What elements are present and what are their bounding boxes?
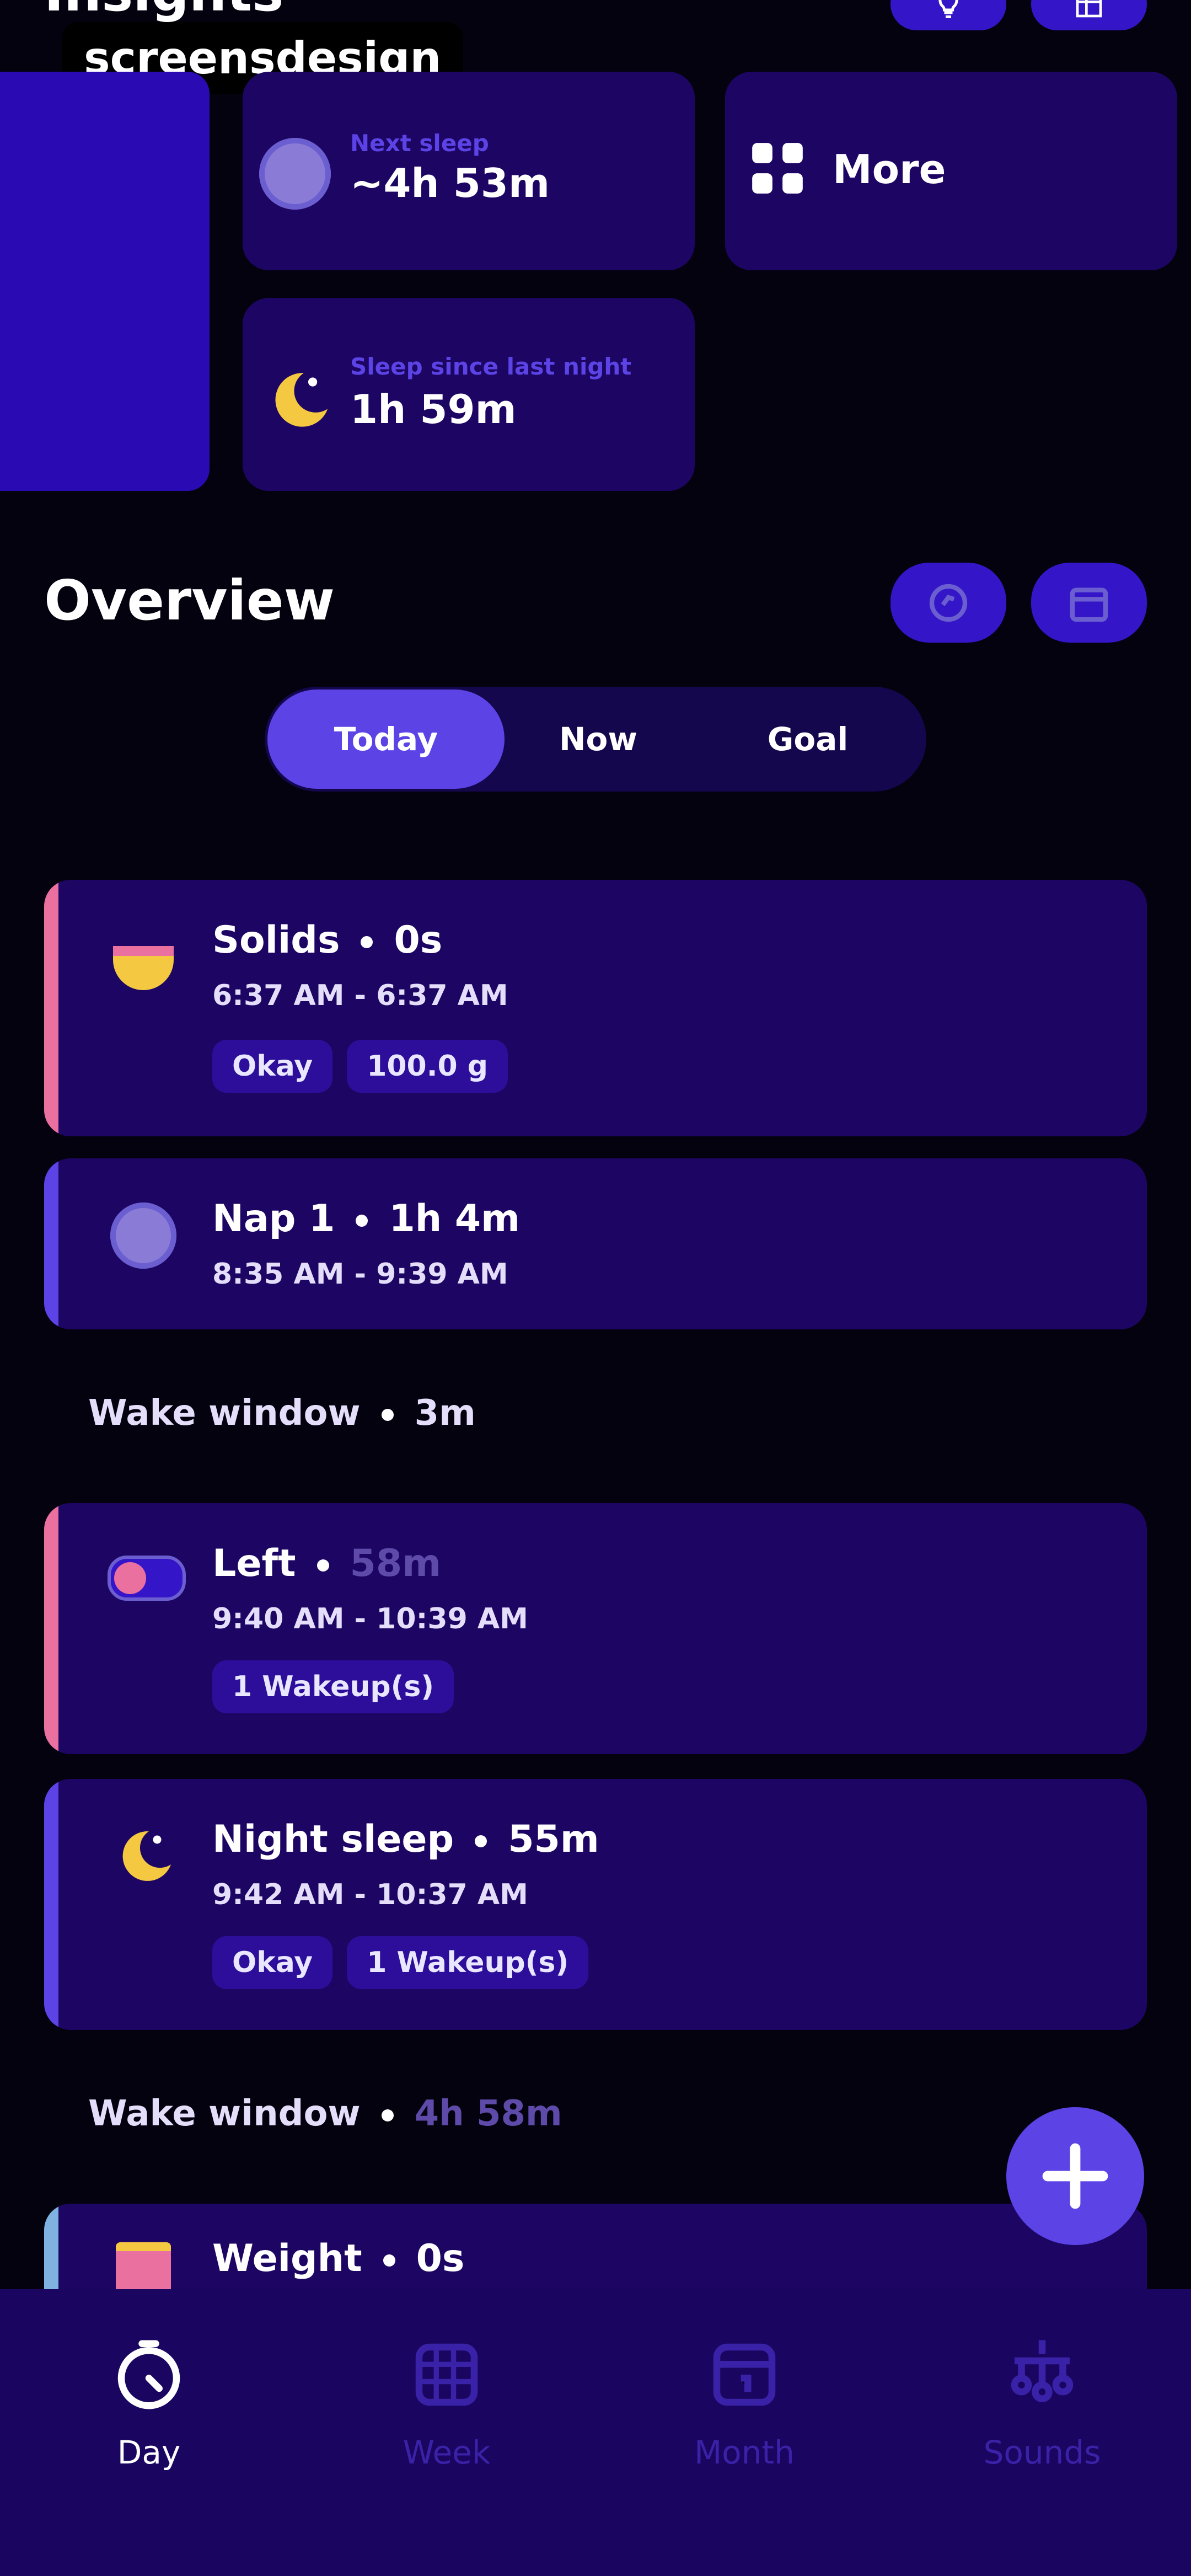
stopwatch-icon bbox=[117, 2340, 180, 2409]
entry-time: 6:37 AM - 6:37 AM bbox=[212, 979, 508, 1012]
sleep-since-label: Sleep since last night bbox=[350, 353, 632, 380]
calendar-month-icon bbox=[713, 2343, 776, 2406]
moon-face-icon bbox=[259, 138, 331, 210]
scale-icon bbox=[116, 2242, 171, 2295]
nav-week[interactable]: Week bbox=[364, 2333, 529, 2471]
entry-title: Solids bbox=[212, 918, 340, 962]
nav-month[interactable]: Month bbox=[662, 2333, 827, 2471]
entry-card-nap[interactable]: Nap 1 1h 4m 8:35 AM - 9:39 AM bbox=[44, 1158, 1147, 1329]
entry-card-solids[interactable]: Solids 0s 6:37 AM - 6:37 AM Okay 100.0 g bbox=[44, 880, 1147, 1136]
entry-duration: 55m bbox=[508, 1818, 599, 1861]
history-button[interactable] bbox=[890, 563, 1006, 643]
tab-today[interactable]: Today bbox=[267, 690, 505, 789]
overview-title: Overview bbox=[44, 568, 335, 633]
tab-now[interactable]: Now bbox=[507, 690, 689, 789]
entry-card-night-sleep[interactable]: Night sleep 55m 9:42 AM - 10:37 AM Okay 1 … bbox=[44, 1779, 1147, 2030]
bottom-nav: Day Week Month Sounds bbox=[0, 2289, 1191, 2576]
entry-card-left[interactable]: Left 58m 9:40 AM - 10:39 AM 1 Wakeup(s) bbox=[44, 1503, 1147, 1754]
entry-title: Night sleep bbox=[212, 1818, 454, 1861]
entry-accent-bar bbox=[44, 1158, 58, 1329]
entry-duration: 58m bbox=[350, 1542, 442, 1585]
entry-title: Left bbox=[212, 1542, 296, 1585]
entry-duration: 0s bbox=[416, 2237, 465, 2280]
entry-accent-bar bbox=[44, 1503, 58, 1754]
feeding-toggle-icon bbox=[108, 1556, 186, 1601]
entry-tag: 100.0 g bbox=[347, 1040, 508, 1093]
entry-duration: 1h 4m bbox=[389, 1197, 521, 1241]
plus-icon bbox=[1042, 2143, 1108, 2209]
entry-time: 9:42 AM - 10:37 AM bbox=[212, 1878, 528, 1911]
entry-accent-bar bbox=[44, 1779, 58, 2030]
entry-title: Weight bbox=[212, 2237, 362, 2280]
tab-goal[interactable]: Goal bbox=[695, 690, 921, 789]
more-card[interactable]: More bbox=[725, 72, 1177, 270]
calendar-icon bbox=[1070, 587, 1108, 622]
mobile-toy-icon bbox=[1011, 2340, 1074, 2402]
entry-tag: Okay bbox=[212, 1040, 333, 1093]
entry-tag: Okay bbox=[212, 1936, 333, 1989]
grid-icon bbox=[1076, 0, 1102, 17]
entry-time: 8:35 AM - 9:39 AM bbox=[212, 1258, 508, 1291]
insight-side-card[interactable] bbox=[0, 72, 210, 491]
next-sleep-label: Next sleep bbox=[350, 130, 489, 157]
sleep-since-card[interactable]: Sleep since last night 1h 59m bbox=[243, 298, 695, 491]
entry-time: 9:40 AM - 10:39 AM bbox=[212, 1602, 528, 1636]
lightbulb-icon bbox=[938, 0, 958, 18]
grid-apps-icon bbox=[752, 143, 803, 194]
crescent-moon-icon bbox=[122, 1831, 171, 1881]
page-title: Insights bbox=[44, 0, 283, 23]
calendar-week-icon bbox=[415, 2343, 478, 2406]
overview-tabs: Today Now Goal bbox=[265, 687, 926, 792]
more-label: More bbox=[833, 146, 946, 193]
add-entry-button[interactable] bbox=[1006, 2107, 1144, 2245]
sleep-since-value: 1h 59m bbox=[350, 386, 517, 432]
bowl-icon bbox=[113, 946, 174, 990]
lightbulb-button[interactable] bbox=[890, 0, 1006, 30]
entry-accent-bar bbox=[44, 880, 58, 1136]
moon-face-icon bbox=[110, 1203, 176, 1269]
history-icon bbox=[929, 584, 968, 622]
calendar-button[interactable] bbox=[1031, 563, 1147, 643]
wake-window: Wake window 3m bbox=[88, 1393, 476, 1434]
entry-tag: 1 Wakeup(s) bbox=[212, 1660, 454, 1713]
next-sleep-value: ~4h 53m bbox=[350, 160, 550, 206]
entry-duration: 0s bbox=[394, 918, 443, 962]
entry-tag: 1 Wakeup(s) bbox=[347, 1936, 589, 1989]
grid-button[interactable] bbox=[1031, 0, 1147, 30]
crescent-moon-icon bbox=[275, 373, 328, 427]
wake-window: Wake window 4h 58m bbox=[88, 2093, 562, 2134]
nav-day[interactable]: Day bbox=[66, 2333, 232, 2471]
entry-title: Nap 1 bbox=[212, 1197, 335, 1241]
nav-sounds[interactable]: Sounds bbox=[959, 2333, 1125, 2471]
next-sleep-card[interactable]: Next sleep ~4h 53m bbox=[243, 72, 695, 270]
